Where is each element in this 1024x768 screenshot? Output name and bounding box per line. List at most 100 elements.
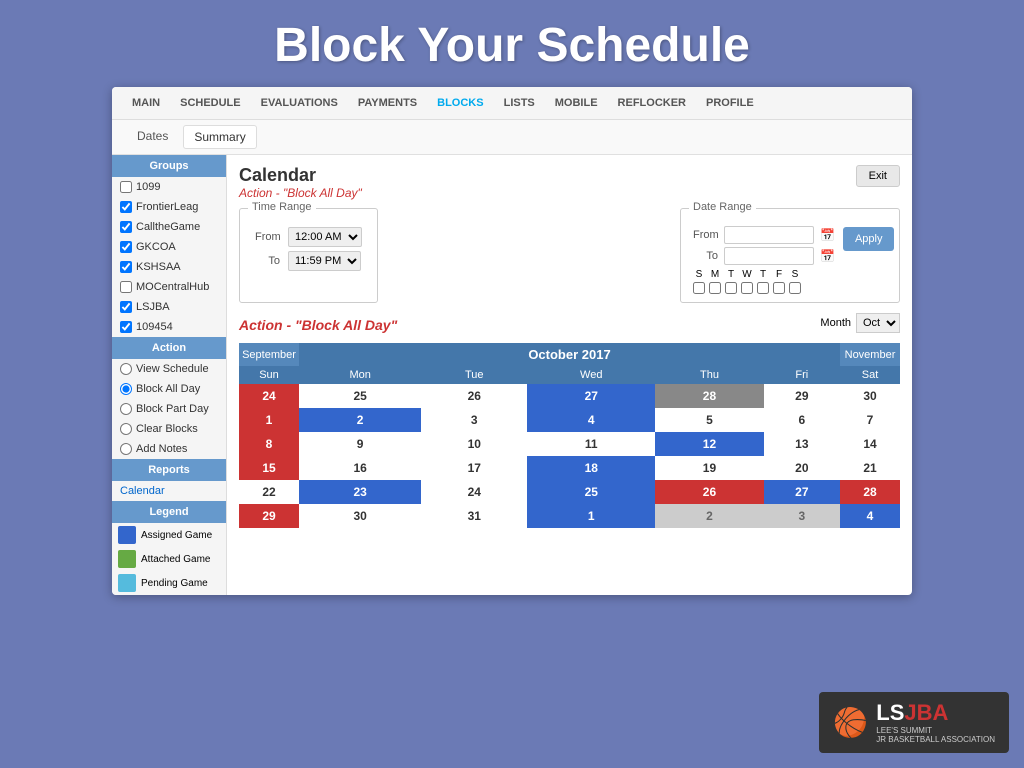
date-to-input[interactable] bbox=[724, 247, 814, 265]
day-tue-check[interactable] bbox=[725, 282, 737, 294]
calendar-cell[interactable]: 20 bbox=[764, 456, 840, 480]
group-kshsaa-checkbox[interactable] bbox=[120, 261, 132, 273]
date-to-icon[interactable]: 📅 bbox=[820, 249, 835, 263]
exit-button[interactable]: Exit bbox=[856, 165, 900, 187]
calendar-cell[interactable]: 31 bbox=[421, 504, 527, 528]
subnav-dates[interactable]: Dates bbox=[127, 125, 178, 149]
calendar-cell[interactable]: 28 bbox=[840, 480, 900, 504]
calendar-cell[interactable]: 8 bbox=[239, 432, 299, 456]
nav-mobile[interactable]: MOBILE bbox=[545, 87, 608, 119]
day-fri: F bbox=[773, 269, 785, 294]
group-frontierleag: FrontierLeag bbox=[112, 197, 226, 217]
subnav-summary[interactable]: Summary bbox=[183, 125, 256, 149]
calendar-cell[interactable]: 7 bbox=[840, 408, 900, 432]
group-callthegame-checkbox[interactable] bbox=[120, 221, 132, 233]
nav-profile[interactable]: PROFILE bbox=[696, 87, 764, 119]
calendar-cell[interactable]: 11 bbox=[527, 432, 655, 456]
calendar-cell[interactable]: 29 bbox=[239, 504, 299, 528]
logo-jba: JBA bbox=[904, 700, 948, 726]
calendar-cell[interactable]: 24 bbox=[239, 384, 299, 408]
day-sun: S bbox=[693, 269, 705, 294]
calendar-cell[interactable]: 12 bbox=[655, 432, 763, 456]
date-to-row: To 📅 bbox=[693, 247, 835, 265]
apply-button[interactable]: Apply bbox=[843, 227, 895, 251]
group-gkcoa-checkbox[interactable] bbox=[120, 241, 132, 253]
group-mocentralhub-checkbox[interactable] bbox=[120, 281, 132, 293]
action-notes-radio[interactable] bbox=[120, 443, 132, 455]
day-thu-check[interactable] bbox=[757, 282, 769, 294]
calendar-cell[interactable]: 5 bbox=[655, 408, 763, 432]
month-select[interactable]: Oct bbox=[856, 313, 900, 333]
action-block-all-radio[interactable] bbox=[120, 383, 132, 395]
calendar-cell[interactable]: 3 bbox=[764, 504, 840, 528]
calendar-cell[interactable]: 29 bbox=[764, 384, 840, 408]
day-header-thu: Thu bbox=[655, 366, 763, 384]
calendar-cell[interactable]: 1 bbox=[527, 504, 655, 528]
from-time-row: From 12:00 AM bbox=[255, 227, 362, 247]
calendar-cell[interactable]: 22 bbox=[239, 480, 299, 504]
nav-reflocker[interactable]: REFLOCKER bbox=[608, 87, 696, 119]
group-lsjba-checkbox[interactable] bbox=[120, 301, 132, 313]
date-from-icon[interactable]: 📅 bbox=[820, 228, 835, 242]
calendar-cell[interactable]: 26 bbox=[421, 384, 527, 408]
calendar-cell[interactable]: 26 bbox=[655, 480, 763, 504]
action-month-row: Action - "Block All Day" Month Oct bbox=[239, 311, 900, 338]
calendar-cell[interactable]: 10 bbox=[421, 432, 527, 456]
calendar-cell[interactable]: 25 bbox=[527, 480, 655, 504]
logo-sub1: LEE'S SUMMIT bbox=[876, 726, 995, 736]
sub-nav: Dates Summary bbox=[112, 120, 912, 155]
day-mon-check[interactable] bbox=[709, 282, 721, 294]
day-wed-check[interactable] bbox=[741, 282, 753, 294]
action-view-radio[interactable] bbox=[120, 363, 132, 375]
calendar-link[interactable]: Calendar bbox=[112, 481, 226, 501]
action-clear-radio[interactable] bbox=[120, 423, 132, 435]
nav-blocks[interactable]: BLOCKS bbox=[427, 87, 493, 119]
calendar-cell[interactable]: 16 bbox=[299, 456, 421, 480]
group-109454: 109454 bbox=[112, 317, 226, 337]
calendar-cell[interactable]: 24 bbox=[421, 480, 527, 504]
calendar-cell[interactable]: 27 bbox=[527, 384, 655, 408]
nav-main[interactable]: MAIN bbox=[122, 87, 170, 119]
day-thu: T bbox=[757, 269, 769, 294]
group-109454-checkbox[interactable] bbox=[120, 321, 132, 333]
calendar-cell[interactable]: 2 bbox=[655, 504, 763, 528]
calendar-cell[interactable]: 17 bbox=[421, 456, 527, 480]
calendar-cell[interactable]: 15 bbox=[239, 456, 299, 480]
action-block-part-radio[interactable] bbox=[120, 403, 132, 415]
nav-lists[interactable]: LISTS bbox=[494, 87, 545, 119]
nav-evaluations[interactable]: EVALUATIONS bbox=[251, 87, 348, 119]
calendar-cell[interactable]: 23 bbox=[299, 480, 421, 504]
calendar-cell[interactable]: 14 bbox=[840, 432, 900, 456]
calendar-cell[interactable]: 6 bbox=[764, 408, 840, 432]
calendar-cell[interactable]: 4 bbox=[527, 408, 655, 432]
day-sun-check[interactable] bbox=[693, 282, 705, 294]
calendar-cell[interactable]: 4 bbox=[840, 504, 900, 528]
calendar-cell[interactable]: 27 bbox=[764, 480, 840, 504]
main-layout: Groups 1099 FrontierLeag CalltheGame GKC… bbox=[112, 155, 912, 595]
calendar-cell[interactable]: 19 bbox=[655, 456, 763, 480]
calendar-cell[interactable]: 30 bbox=[840, 384, 900, 408]
calendar-cell[interactable]: 18 bbox=[527, 456, 655, 480]
nav-schedule[interactable]: SCHEDULE bbox=[170, 87, 251, 119]
from-time-select[interactable]: 12:00 AM bbox=[288, 227, 362, 247]
day-fri-check[interactable] bbox=[773, 282, 785, 294]
date-from-input[interactable] bbox=[724, 226, 814, 244]
day-header-sat: Sat bbox=[840, 366, 900, 384]
calendar-cell[interactable]: 28 bbox=[655, 384, 763, 408]
calendar-cell[interactable]: 30 bbox=[299, 504, 421, 528]
calendar-cell[interactable]: 1 bbox=[239, 408, 299, 432]
group-gkcoa: GKCOA bbox=[112, 237, 226, 257]
nav-payments[interactable]: PAYMENTS bbox=[348, 87, 427, 119]
calendar-cell[interactable]: 3 bbox=[421, 408, 527, 432]
to-time-select[interactable]: 11:59 PM bbox=[288, 251, 361, 271]
to-time-row: To 11:59 PM bbox=[255, 251, 362, 271]
group-kshsaa: KSHSAA bbox=[112, 257, 226, 277]
day-sat-check[interactable] bbox=[789, 282, 801, 294]
calendar-cell[interactable]: 13 bbox=[764, 432, 840, 456]
calendar-cell[interactable]: 2 bbox=[299, 408, 421, 432]
calendar-cell[interactable]: 25 bbox=[299, 384, 421, 408]
calendar-cell[interactable]: 21 bbox=[840, 456, 900, 480]
group-frontierleag-checkbox[interactable] bbox=[120, 201, 132, 213]
group-1099-checkbox[interactable] bbox=[120, 181, 132, 193]
calendar-cell[interactable]: 9 bbox=[299, 432, 421, 456]
